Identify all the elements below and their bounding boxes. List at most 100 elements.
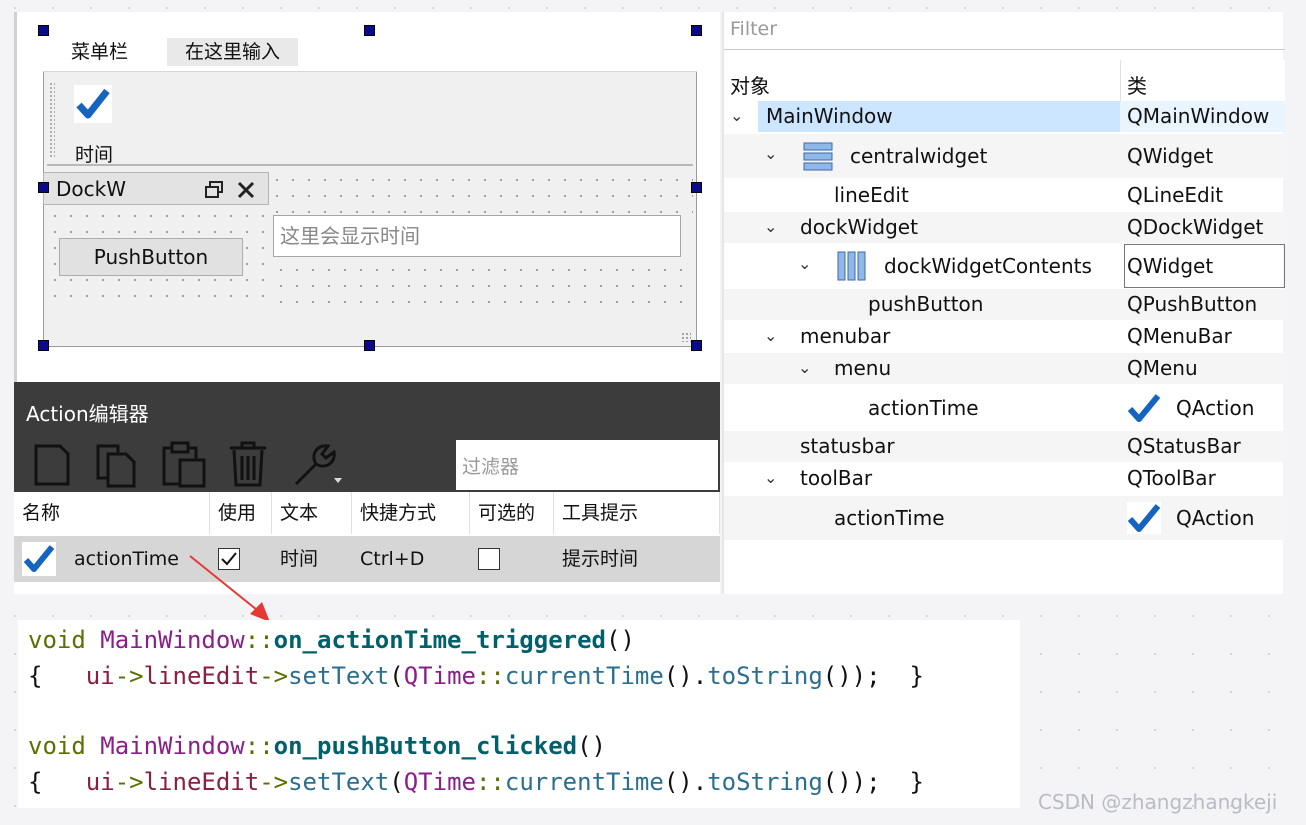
code-token: toString bbox=[707, 768, 823, 796]
resize-handle[interactable] bbox=[691, 182, 702, 193]
chevron-down-icon[interactable]: ⌄ bbox=[764, 326, 777, 345]
tree-item-name: pushButton bbox=[868, 292, 984, 316]
action-name-cell: actionTime bbox=[74, 548, 179, 570]
code-token: -> bbox=[259, 768, 289, 796]
code-token: lineEdit bbox=[143, 662, 260, 690]
code-token: ( bbox=[389, 662, 404, 690]
resize-grip[interactable] bbox=[681, 332, 691, 342]
tree-item-class: QWidget bbox=[1127, 144, 1214, 168]
tree-row[interactable]: pushButton QPushButton bbox=[724, 289, 1285, 320]
chevron-down-icon[interactable]: ⌄ bbox=[798, 254, 811, 273]
action-filter-input[interactable]: 过滤器 bbox=[456, 440, 718, 490]
column-header[interactable]: 使用 bbox=[210, 492, 272, 534]
code-line-2: { ui->lineEdit->setText(QTime::currentTi… bbox=[28, 662, 924, 690]
code-token: on_pushButton_clicked bbox=[273, 732, 578, 760]
code-token: -> bbox=[259, 662, 289, 690]
code-token: QTime bbox=[403, 662, 476, 690]
restore-icon[interactable] bbox=[204, 180, 224, 200]
code-token: () bbox=[606, 626, 635, 654]
tree-row[interactable]: ⌄ menu QMenu bbox=[724, 353, 1285, 384]
tree-item-name: menubar bbox=[800, 324, 891, 348]
toolbar-action-label[interactable]: 时间 bbox=[75, 140, 113, 167]
tree-item-class: QMainWindow bbox=[1127, 104, 1270, 128]
column-header[interactable]: 快捷方式 bbox=[352, 492, 470, 534]
code-snippet: void MainWindow::on_actionTime_triggered… bbox=[18, 620, 1020, 808]
delete-icon[interactable] bbox=[228, 440, 268, 488]
chevron-down-icon[interactable]: ⌄ bbox=[730, 106, 743, 125]
code-token: setText bbox=[288, 768, 390, 796]
tree-row[interactable]: actionTime QAction bbox=[724, 386, 1285, 430]
new-action-icon[interactable] bbox=[32, 442, 72, 488]
dock-grid bbox=[269, 172, 693, 214]
tree-row[interactable]: ⌄ centralwidget QWidget bbox=[724, 134, 1285, 178]
designer-form-canvas: 菜单栏 在这里输入 时间 DockW PushButton 这里会显示时间 bbox=[14, 12, 720, 382]
tree-row[interactable]: ⌄ dockWidgetContents QWidget bbox=[724, 244, 1285, 288]
code-token: (). bbox=[663, 662, 708, 690]
resize-handle[interactable] bbox=[691, 25, 702, 36]
code-line-1: void MainWindow::on_actionTime_triggered… bbox=[28, 626, 635, 654]
code-token: :: bbox=[244, 626, 274, 654]
column-header[interactable]: 名称 bbox=[14, 492, 210, 534]
tree-row[interactable]: ⌄ MainWindow QMainWindow bbox=[724, 101, 1285, 132]
push-button[interactable]: PushButton bbox=[59, 238, 243, 276]
edit-cell-frame[interactable] bbox=[1124, 244, 1285, 288]
chevron-down-icon[interactable]: ⌄ bbox=[798, 358, 811, 377]
tree-row[interactable]: ⌄ toolBar QToolBar bbox=[724, 463, 1285, 494]
paste-icon[interactable] bbox=[160, 440, 208, 488]
code-token: MainWindow bbox=[100, 626, 245, 654]
code-token: ()); } bbox=[822, 662, 924, 690]
column-header-class[interactable]: 类 bbox=[1127, 70, 1147, 99]
tree-item-name: toolBar bbox=[800, 466, 873, 490]
tree-item-name: centralwidget bbox=[850, 144, 988, 168]
code-token: ( bbox=[389, 768, 404, 796]
form-menubar[interactable]: 菜单栏 在这里输入 bbox=[43, 30, 697, 72]
checkable-checkbox[interactable] bbox=[478, 548, 500, 570]
menubar-item[interactable]: 菜单栏 bbox=[53, 38, 146, 66]
tree-item-name: dockWidget bbox=[800, 215, 918, 239]
form-toolbar[interactable]: 时间 bbox=[47, 78, 693, 166]
action-text-cell: 时间 bbox=[280, 548, 319, 570]
tree-item-name: MainWindow bbox=[766, 104, 893, 128]
tree-row[interactable]: actionTime QAction bbox=[724, 496, 1285, 540]
resize-handle[interactable] bbox=[38, 340, 49, 351]
menubar-type-here[interactable]: 在这里输入 bbox=[167, 38, 299, 66]
chevron-down-icon[interactable]: ⌄ bbox=[764, 217, 777, 236]
tooltip-cell: 提示时间 bbox=[562, 548, 639, 570]
code-token: { bbox=[28, 662, 86, 690]
code-token: QTime bbox=[403, 768, 476, 796]
tree-item-class: QToolBar bbox=[1127, 466, 1216, 490]
tree-row[interactable]: ⌄ dockWidget QDockWidget bbox=[724, 212, 1285, 243]
tree-item-name: lineEdit bbox=[834, 183, 909, 207]
column-header-object[interactable]: 对象 bbox=[730, 70, 770, 99]
column-header[interactable]: 可选的 bbox=[470, 492, 554, 534]
checkmark-icon bbox=[74, 85, 112, 123]
checkmark-icon bbox=[22, 542, 56, 576]
resize-handle[interactable] bbox=[364, 25, 375, 36]
chevron-down-icon[interactable]: ⌄ bbox=[764, 468, 777, 487]
code-token: toString bbox=[707, 662, 823, 690]
tree-row[interactable]: ⌄ menubar QMenuBar bbox=[724, 321, 1285, 352]
toolbar-grip[interactable] bbox=[49, 82, 55, 158]
tree-row[interactable]: lineEdit QLineEdit bbox=[724, 180, 1285, 211]
shortcut-cell: Ctrl+D bbox=[360, 548, 425, 570]
column-header[interactable]: 文本 bbox=[272, 492, 352, 534]
resize-handle[interactable] bbox=[38, 182, 49, 193]
chevron-down-icon[interactable]: ⌄ bbox=[764, 144, 777, 163]
dock-title-bar[interactable]: DockW bbox=[43, 172, 269, 205]
resize-handle[interactable] bbox=[38, 25, 49, 36]
object-filter-input[interactable]: Filter bbox=[724, 12, 1285, 50]
close-icon[interactable] bbox=[236, 180, 256, 200]
copy-icon[interactable] bbox=[94, 442, 138, 488]
code-token: lineEdit bbox=[143, 768, 260, 796]
code-token: void bbox=[28, 626, 101, 654]
resize-handle[interactable] bbox=[691, 340, 702, 351]
table-row[interactable]: actionTime 时间 Ctrl+D 提示时间 bbox=[14, 536, 720, 582]
code-token: void bbox=[28, 732, 101, 760]
code-token: :: bbox=[475, 768, 505, 796]
time-line-edit[interactable]: 这里会显示时间 bbox=[273, 215, 681, 257]
tree-item-name: menu bbox=[834, 356, 892, 380]
configure-icon[interactable] bbox=[290, 442, 346, 488]
column-header[interactable]: 工具提示 bbox=[554, 492, 720, 534]
resize-handle[interactable] bbox=[364, 340, 375, 351]
tree-row[interactable]: statusbar QStatusBar bbox=[724, 431, 1285, 462]
